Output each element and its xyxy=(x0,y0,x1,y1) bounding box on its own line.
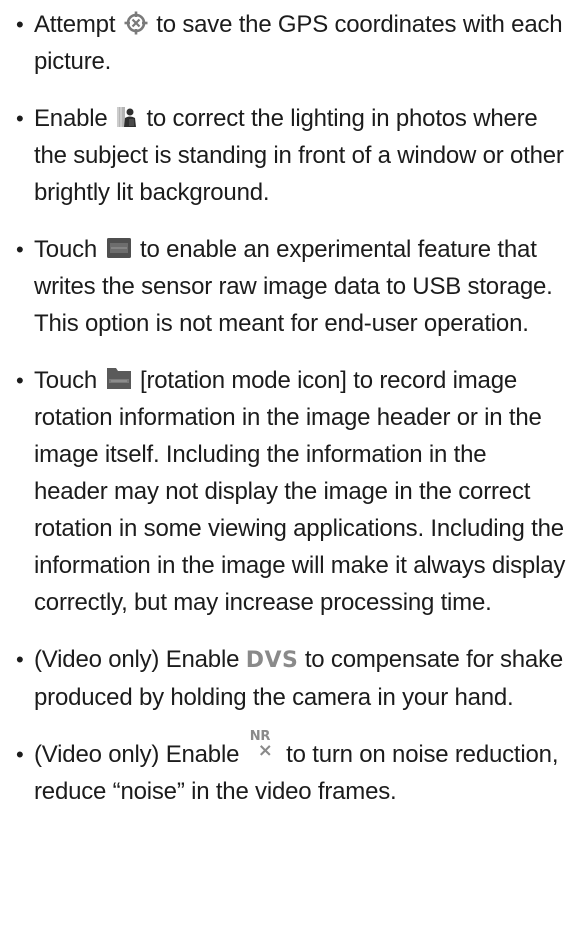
list-item-noise-reduction: (Video only) Enable NR × to turn on nois… xyxy=(14,730,566,810)
item-text-before: (Video only) Enable xyxy=(34,646,240,673)
list-item-backlight: Enable to correct the lighting in photos… xyxy=(14,100,566,211)
item-text-before: Attempt xyxy=(34,11,116,38)
item-text-before: Enable xyxy=(34,105,108,132)
raw-image-icon xyxy=(106,236,132,260)
item-text-after: to correct the lighting in photos where … xyxy=(34,105,564,206)
item-text-after: [rotation mode icon] to record image rot… xyxy=(34,367,566,616)
noise-reduction-icon: NR × xyxy=(248,730,278,764)
item-text-before: Touch xyxy=(34,236,98,263)
item-text-before: (Video only) Enable xyxy=(34,741,240,768)
item-text-before: Touch xyxy=(34,367,98,394)
list-item-raw: Touch to enable an experimental feature … xyxy=(14,231,566,342)
rotation-mode-icon xyxy=(106,365,132,391)
noise-reduction-icon-cross: × xyxy=(257,740,273,761)
list-item-dvs: (Video only) Enable DVS to compensate fo… xyxy=(14,641,566,716)
list-item-gps: Attempt to save the GPS coordinates with… xyxy=(14,6,566,80)
feature-bullet-list: Attempt to save the GPS coordinates with… xyxy=(14,6,566,810)
backlight-person-icon xyxy=(116,105,138,129)
page: Attempt to save the GPS coordinates with… xyxy=(0,0,584,946)
dvs-icon: DVS xyxy=(245,648,299,673)
list-item-rotation: Touch [rotation mode icon] to record ima… xyxy=(14,362,566,621)
gps-crosshair-icon xyxy=(124,11,148,35)
